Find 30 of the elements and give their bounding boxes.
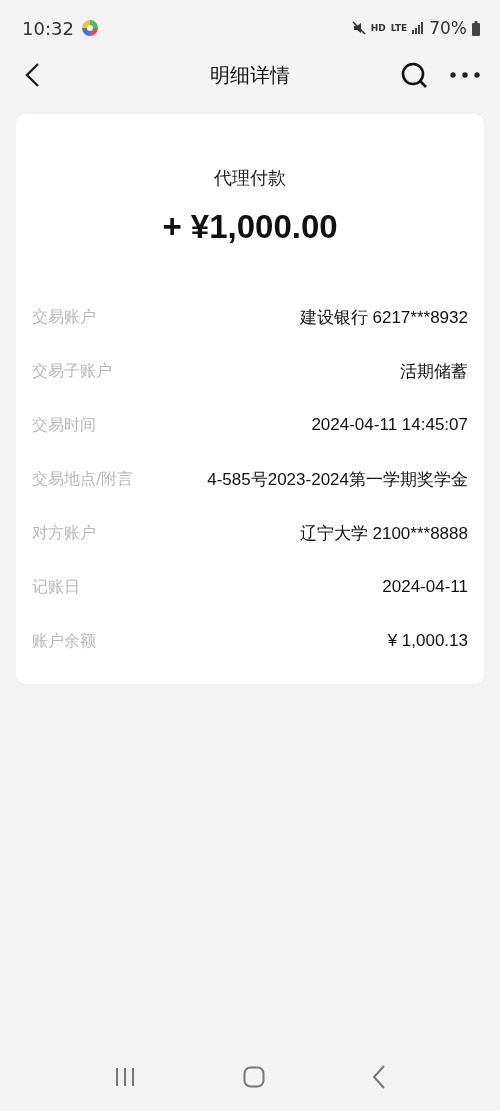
transaction-type: 代理付款 — [213, 166, 287, 190]
field-label: 账户余额 — [32, 630, 96, 652]
page-title: 明细详情 — [210, 61, 290, 89]
status-time: 10:32 — [22, 17, 74, 39]
field-value: 4-585号2023-2024第一学期奖学金 — [207, 468, 468, 491]
search-icon[interactable] — [400, 61, 428, 89]
field-label: 交易时间 — [32, 414, 96, 436]
field-value: 2024-04-11 — [382, 577, 468, 597]
recent-apps-icon[interactable] — [113, 1067, 136, 1087]
field-label: 交易地点/附言 — [32, 468, 134, 490]
home-icon[interactable] — [243, 1066, 265, 1088]
more-icon[interactable] — [450, 72, 480, 78]
field-label: 对方账户 — [32, 522, 96, 544]
back-icon[interactable] — [24, 62, 40, 88]
field-value: 建设银行 6217***8932 — [299, 306, 468, 329]
field-label: 交易子账户 — [32, 360, 112, 382]
field-value: 活期储蓄 — [400, 360, 468, 383]
field-value: 2024-04-11 14:45:07 — [311, 415, 468, 435]
mute-icon — [351, 21, 366, 35]
field-label: 记账日 — [32, 576, 80, 598]
transaction-amount: + ¥1,000.00 — [161, 208, 339, 246]
field-value: 辽宁大学 2100***8888 — [299, 522, 468, 545]
signal-icon — [412, 22, 425, 34]
hd-indicator: HD — [370, 23, 386, 33]
network-indicator: LTE — [390, 23, 408, 33]
app-icon — [80, 19, 99, 37]
battery-percent: 70% — [429, 18, 467, 38]
field-label: 交易账户 — [32, 306, 96, 328]
field-value: ¥ 1,000.13 — [387, 631, 468, 651]
battery-icon — [472, 20, 480, 36]
